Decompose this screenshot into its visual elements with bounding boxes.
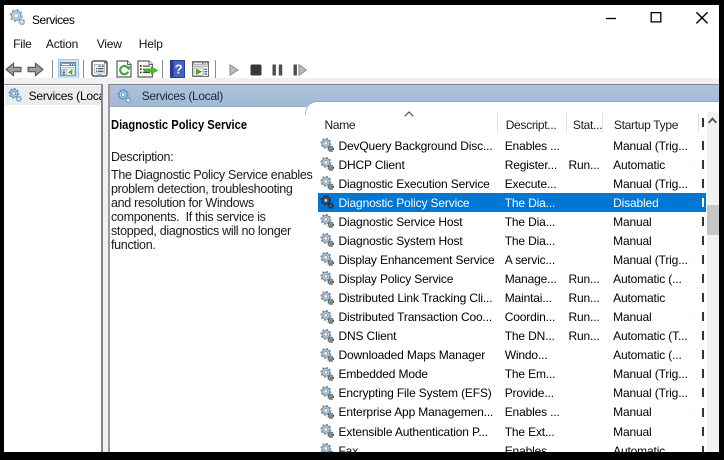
svg-text:?: ? bbox=[175, 62, 183, 77]
